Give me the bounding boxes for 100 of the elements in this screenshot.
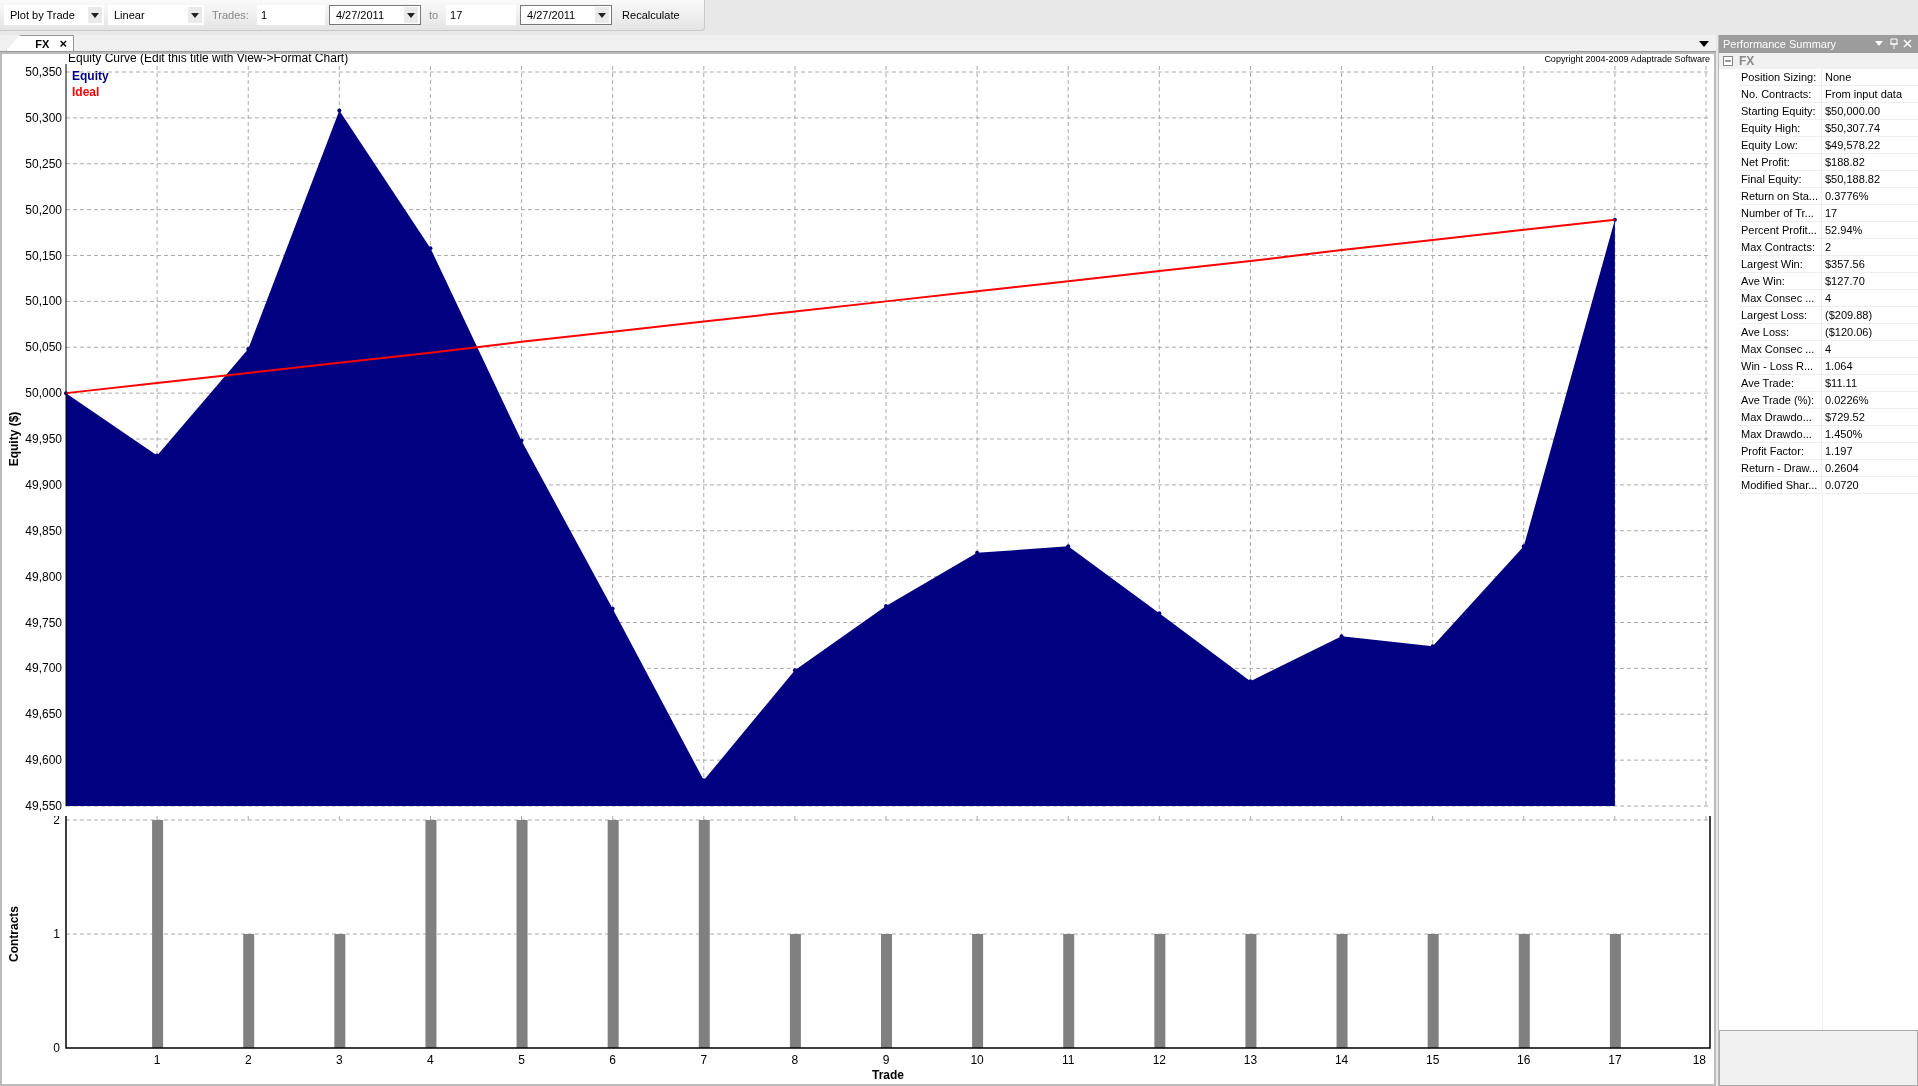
property-value: None <box>1821 69 1918 86</box>
property-value: 1.197 <box>1821 443 1918 460</box>
property-value: ($120.06) <box>1821 324 1918 341</box>
property-label: Number of Tr... <box>1739 205 1821 222</box>
axis-label: 2 <box>53 816 60 827</box>
to-date-field[interactable]: 4/27/2011 <box>520 5 613 25</box>
property-label: Return - Draw... <box>1739 460 1821 477</box>
property-value: $50,000.00 <box>1821 103 1918 120</box>
property-label: Max Drawdo... <box>1739 426 1821 443</box>
document-tab[interactable]: FX × <box>6 35 74 51</box>
property-value: 17 <box>1821 205 1918 222</box>
property-value: 1.450% <box>1821 426 1918 443</box>
axis-label: 5 <box>518 1053 525 1067</box>
property-value: 0.0226% <box>1821 392 1918 409</box>
panel-controls-icon[interactable] <box>1874 38 1914 50</box>
axis-label: 13 <box>1243 1053 1258 1067</box>
axis-label: 50,350 <box>25 65 62 79</box>
property-value: $188.82 <box>1821 154 1918 171</box>
axis-label: 49,850 <box>25 523 62 538</box>
property-value: $357.56 <box>1821 256 1918 273</box>
property-label: Win - Loss R... <box>1739 358 1821 375</box>
property-label: Ave Loss: <box>1739 324 1821 341</box>
axis-title: Trade <box>872 1068 904 1082</box>
property-label: Position Sizing: <box>1739 69 1821 86</box>
copyright-text: Copyright 2004-2009 Adaptrade Software <box>1544 54 1710 64</box>
to-label: to <box>427 9 440 21</box>
axis-label: 49,650 <box>25 707 62 722</box>
axis-label: 8 <box>791 1053 799 1067</box>
property-value: 0.3776% <box>1821 188 1918 205</box>
property-label: Max Consec ... <box>1739 341 1821 358</box>
axis-label: 2 <box>244 1053 252 1067</box>
property-value: ($209.88) <box>1821 307 1918 324</box>
property-label: Profit Factor: <box>1739 443 1821 460</box>
axis-label: 10 <box>970 1053 984 1067</box>
property-label: Percent Profit... <box>1739 222 1821 239</box>
axis-label: 49,600 <box>25 753 62 768</box>
property-value: 52.94% <box>1821 222 1918 239</box>
axis-label: 1 <box>53 927 60 941</box>
legend-label: Ideal <box>72 85 100 99</box>
property-value: 0.0720 <box>1821 477 1918 494</box>
to-trade-field[interactable]: 17 <box>446 5 517 25</box>
axis-label: 16 <box>1517 1053 1531 1067</box>
axis-label: 50,000 <box>25 386 62 401</box>
axis-label: 49,950 <box>25 432 62 446</box>
recalculate-button[interactable]: Recalculate <box>616 4 686 26</box>
axis-label: 6 <box>609 1053 616 1067</box>
property-value: $50,188.82 <box>1821 171 1918 188</box>
axis-label: 12 <box>1152 1053 1166 1067</box>
axis-label: 1 <box>153 1053 161 1067</box>
axis-label: 7 <box>700 1053 708 1067</box>
axis-label: 49,800 <box>25 569 62 584</box>
axis-label: 50,150 <box>25 248 62 263</box>
group-label: FX <box>1739 54 1755 68</box>
property-label: Ave Trade: <box>1739 375 1821 392</box>
axis-label: 49,700 <box>25 661 62 676</box>
legend-label: Equity <box>72 69 109 83</box>
property-label: Max Contracts: <box>1739 239 1821 256</box>
axis-label: 50,050 <box>25 340 62 355</box>
property-value: 2 <box>1821 239 1918 256</box>
property-label: Equity Low: <box>1739 137 1821 154</box>
property-label: Final Equity: <box>1739 171 1821 188</box>
axis-label: 18 <box>1692 1053 1706 1067</box>
collapse-icon[interactable] <box>1723 56 1733 66</box>
axis-label: 50,100 <box>25 294 62 309</box>
property-label: Ave Trade (%): <box>1739 392 1821 409</box>
from-date-field[interactable]: 4/27/2011 <box>328 5 421 25</box>
property-value: $127.70 <box>1821 273 1918 290</box>
scale-dropdown[interactable]: Linear <box>108 5 204 25</box>
axis-title: Contracts <box>7 906 21 962</box>
axis-label: 49,750 <box>25 615 62 630</box>
axis-label: 50,250 <box>25 156 62 171</box>
property-value: 1.064 <box>1821 358 1918 375</box>
axis-label: 0 <box>53 1041 60 1055</box>
property-label: No. Contracts: <box>1739 86 1821 103</box>
property-value: $11.11 <box>1821 375 1918 392</box>
panel-title: Performance Summary <box>1723 38 1837 50</box>
property-label: Net Profit: <box>1739 154 1821 171</box>
axis-label: 4 <box>427 1053 434 1067</box>
property-label: Max Drawdo... <box>1739 409 1821 426</box>
tab-list-dropdown-icon[interactable] <box>1698 39 1710 49</box>
property-value: 0.2604 <box>1821 460 1918 477</box>
from-trade-field[interactable]: 1 <box>256 5 325 25</box>
property-value: 4 <box>1821 290 1918 307</box>
axis-label: 17 <box>1608 1053 1622 1067</box>
property-label: Largest Win: <box>1739 256 1821 273</box>
chart-title: Equity Curve (Edit this title with View->Format Chart) <box>68 54 349 65</box>
property-value: $50,307.74 <box>1821 120 1918 137</box>
axis-label: 3 <box>336 1053 343 1067</box>
property-label: Largest Loss: <box>1739 307 1821 324</box>
trades-label: Trades: <box>211 9 250 21</box>
axis-label: 50,300 <box>25 110 62 125</box>
property-value: $729.52 <box>1821 409 1918 426</box>
property-label: Ave Win: <box>1739 273 1821 290</box>
axis-label: 49,900 <box>25 477 62 492</box>
axis-label: 15 <box>1426 1053 1440 1067</box>
axis-label: 9 <box>882 1053 890 1067</box>
plot-mode-dropdown[interactable]: Plot by Trade <box>4 5 104 25</box>
property-label: Return on Sta... <box>1739 188 1821 205</box>
property-value: From input data <box>1821 86 1918 103</box>
axis-label: 11 <box>1062 1053 1075 1067</box>
